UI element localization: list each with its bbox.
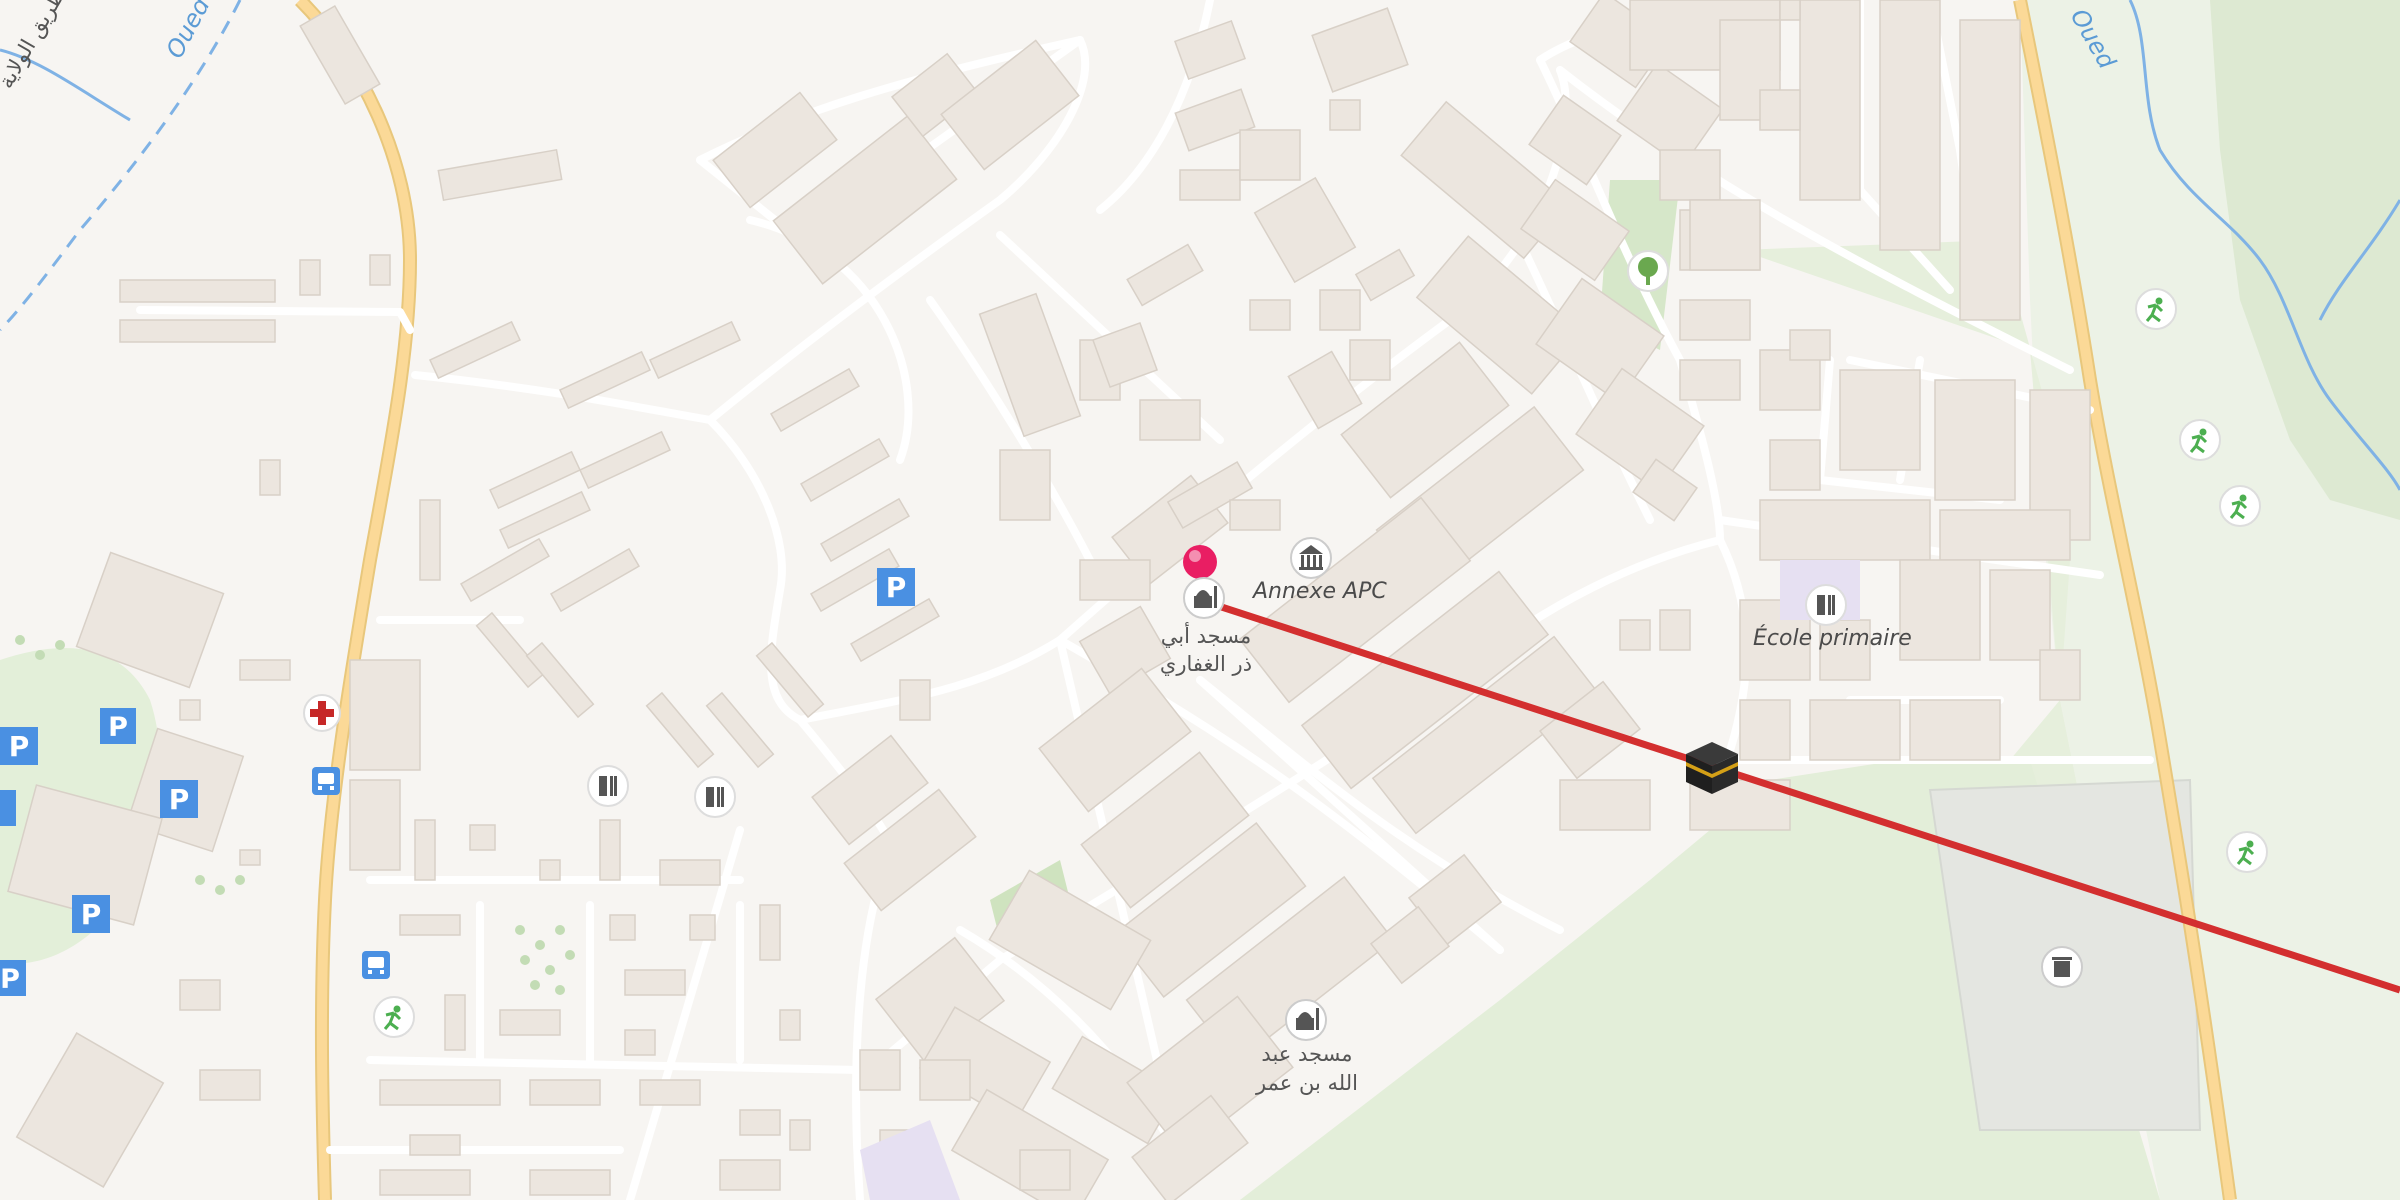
townhall-icon[interactable] (1290, 537, 1332, 579)
svg-text:P: P (108, 712, 128, 743)
sport-icon (373, 996, 415, 1038)
school-icon (587, 765, 629, 807)
label-mosque-1-line2: ذر الغفاري (1160, 652, 1252, 676)
svg-text:P: P (169, 783, 190, 816)
parking-icon: P (72, 895, 110, 933)
sport-icon (2179, 419, 2221, 461)
label-annexe-apc: Annexe APC (1251, 579, 1387, 604)
bus-stop-icon (362, 951, 390, 979)
parking-icon: P (0, 960, 26, 996)
school-icon (1805, 584, 1847, 626)
parking-icon: P (877, 568, 915, 606)
map-canvas[interactable]: Oued Oued P P P P P P Annexe APC École p… (0, 0, 2400, 1200)
label-mosque-2-line2: الله بن عمر (1255, 1071, 1358, 1095)
sport-icon (2226, 831, 2268, 873)
svg-text:P: P (886, 571, 907, 604)
parking-icon: P (100, 708, 136, 744)
waste-basket-icon[interactable] (2041, 946, 2083, 988)
svg-text:P: P (9, 730, 30, 763)
svg-text:P: P (81, 898, 102, 931)
parking-icon: P (160, 780, 198, 818)
mosque-icon (1183, 577, 1225, 619)
sport-icon (2135, 288, 2177, 330)
label-mosque-1-line1: مسجد أبي (1161, 622, 1251, 648)
mosque-icon (1285, 999, 1327, 1041)
parking-icon: P (0, 727, 38, 765)
svg-text:P: P (0, 964, 20, 995)
school-icon (694, 776, 736, 818)
pharmacy-icon[interactable] (303, 694, 341, 732)
sport-icon (2219, 485, 2261, 527)
park-tree-icon[interactable] (1627, 250, 1669, 292)
parking-icon (0, 790, 16, 826)
label-ecole-primaire: École primaire (1753, 625, 1912, 651)
bus-stop-icon (312, 767, 340, 795)
label-mosque-2-line1: مسجد عبد (1261, 1042, 1352, 1066)
